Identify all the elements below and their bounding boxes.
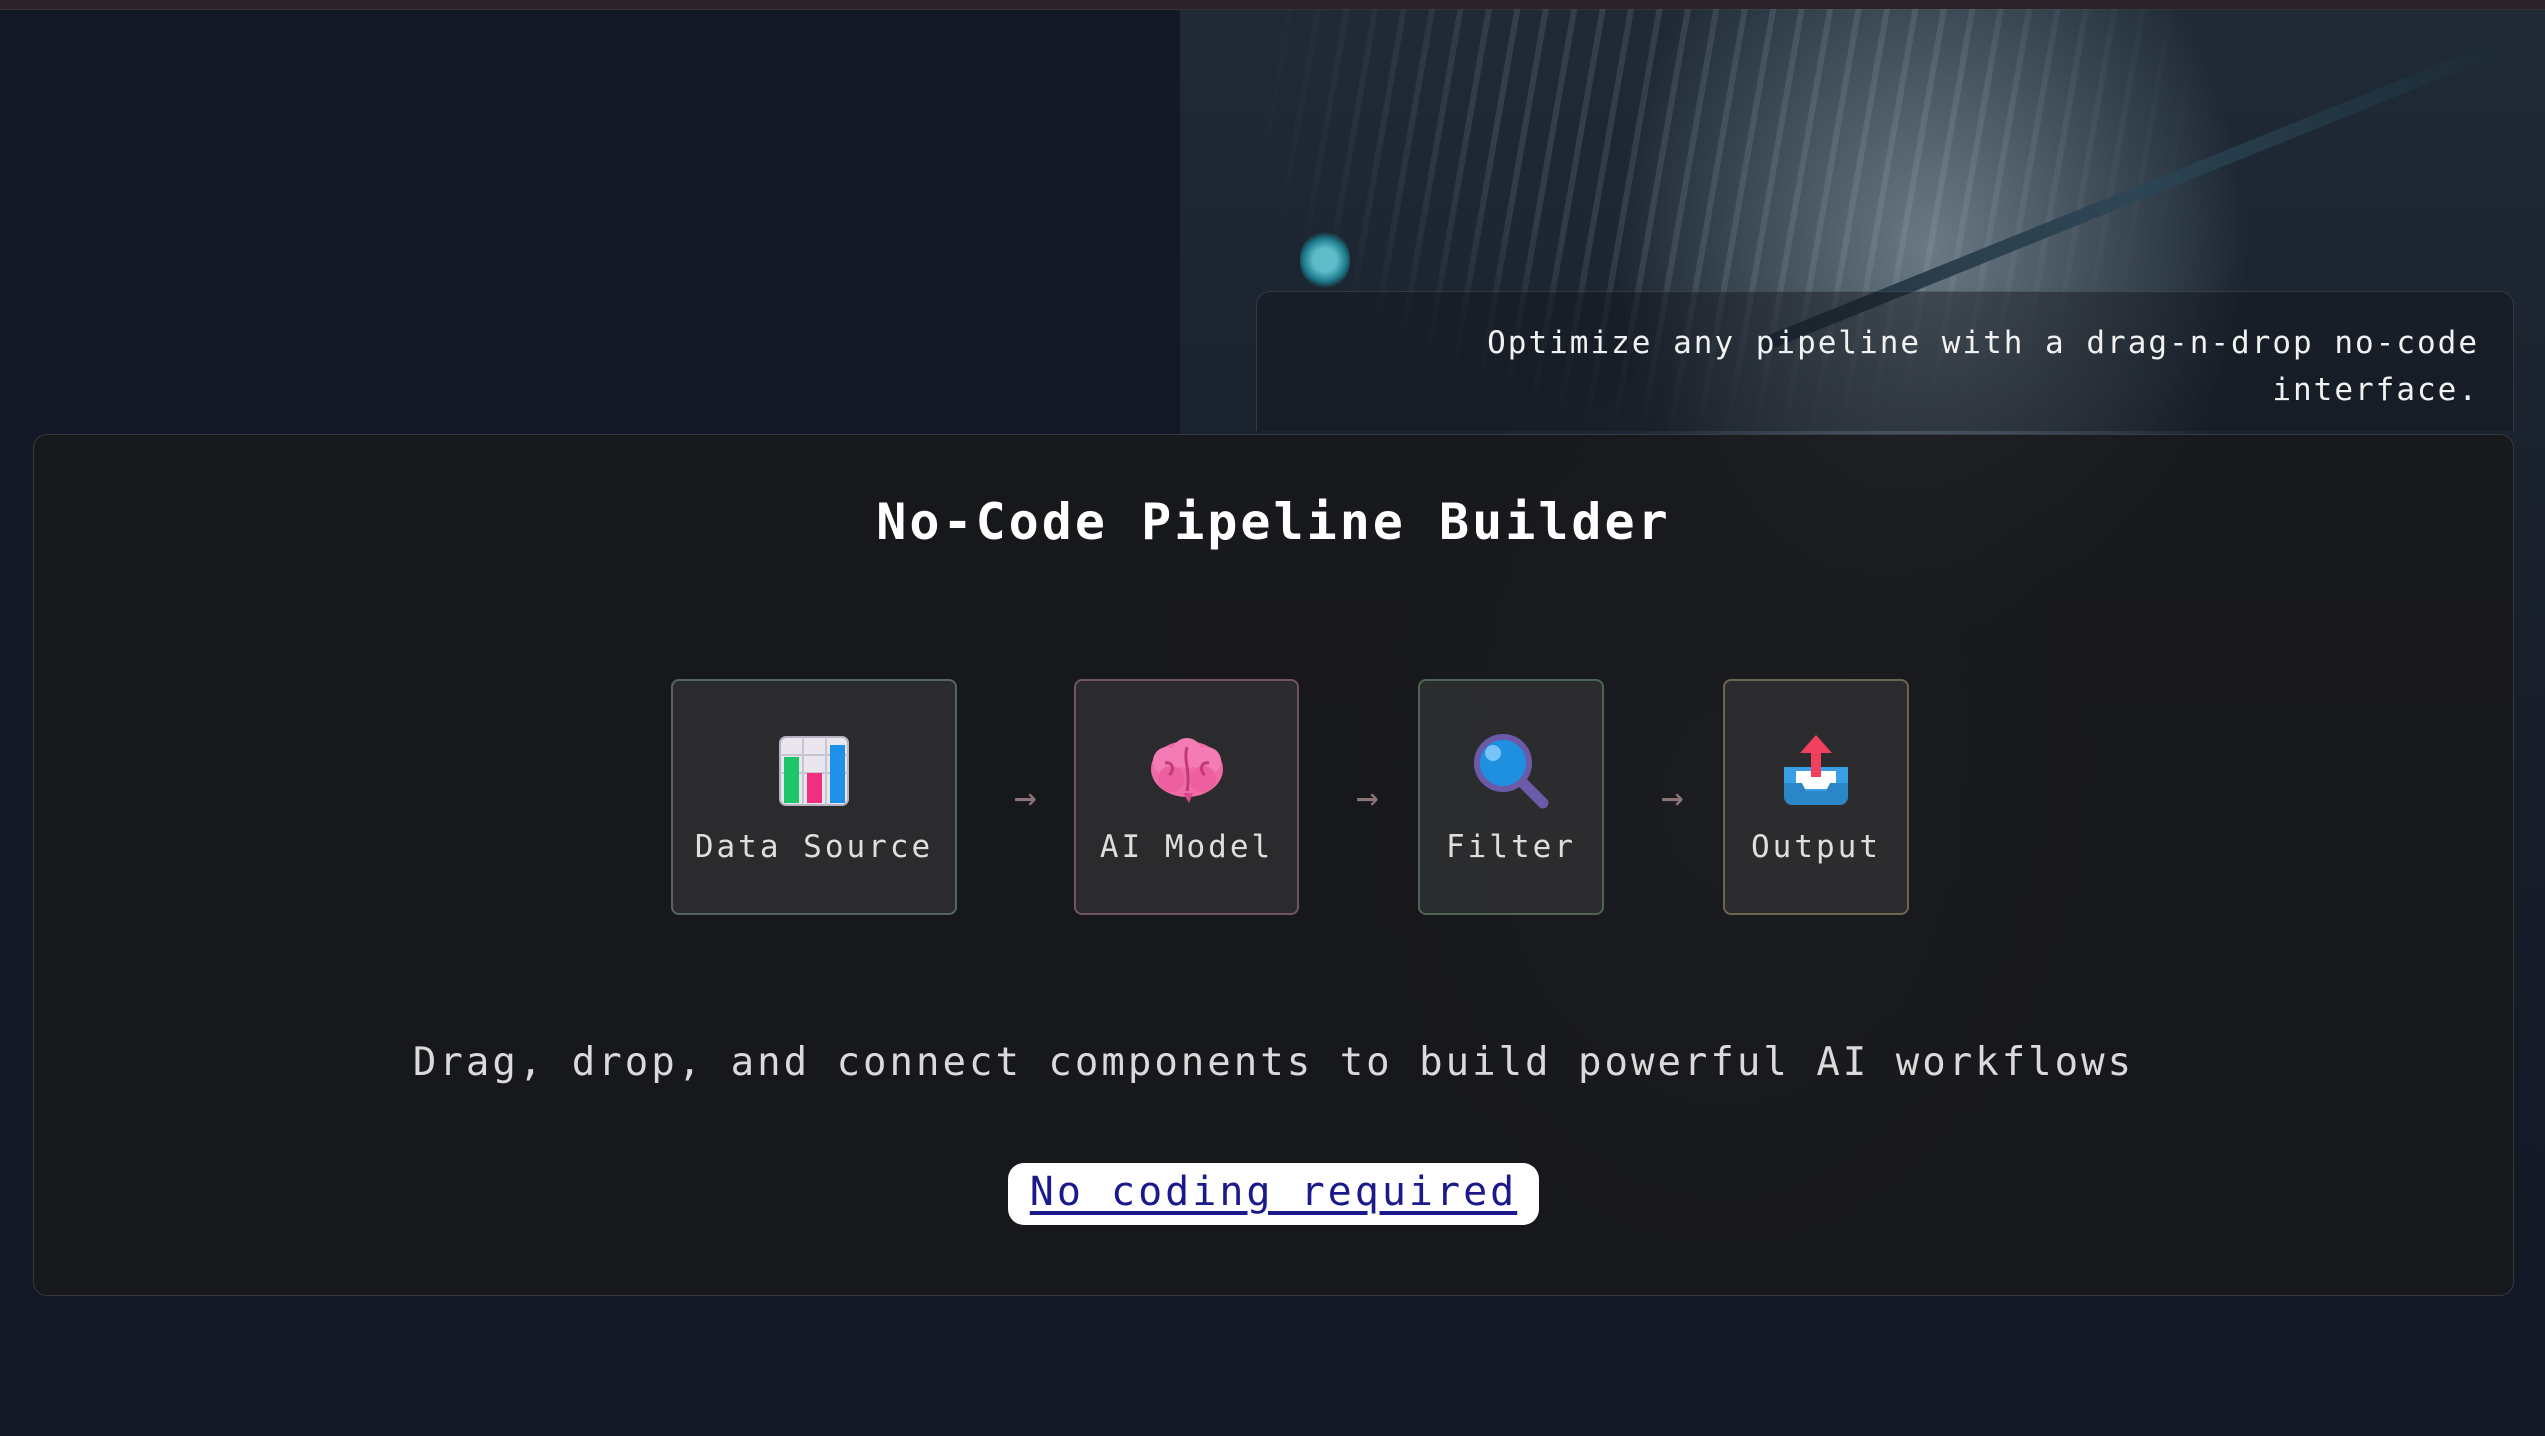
outbox-tray-icon bbox=[1784, 735, 1848, 805]
pipeline-node-filter[interactable]: Filter bbox=[1418, 679, 1604, 915]
bar-chart-icon bbox=[779, 736, 849, 806]
node-label: Data Source bbox=[694, 829, 934, 865]
flow-arrow: → bbox=[1014, 775, 1037, 819]
hero-eye bbox=[1300, 230, 1350, 290]
pipeline-node-ai-model[interactable]: AI Model bbox=[1074, 679, 1299, 915]
pipeline-builder-card: No-Code Pipeline Builder Data Source → A… bbox=[33, 434, 2514, 1296]
card-description: Drag, drop, and connect components to bu… bbox=[412, 1040, 2135, 1085]
flow-arrow: → bbox=[1661, 775, 1684, 819]
tagline-text: Optimize any pipeline with a drag-n-drop… bbox=[1487, 325, 2479, 408]
node-label: AI Model bbox=[1099, 829, 1274, 865]
pipeline-flow: Data Source → AI Model → Filter → Output bbox=[34, 679, 2513, 915]
pipeline-node-data-source[interactable]: Data Source bbox=[671, 679, 957, 915]
flow-arrow: → bbox=[1356, 775, 1379, 819]
card-title: No-Code Pipeline Builder bbox=[876, 493, 1671, 551]
no-coding-required-link[interactable]: No coding required bbox=[1007, 1163, 1540, 1225]
node-label: Filter bbox=[1446, 829, 1576, 865]
brain-icon bbox=[1150, 738, 1223, 803]
magnifier-icon bbox=[1474, 734, 1549, 809]
page: Optimize any pipeline with a drag-n-drop… bbox=[0, 0, 2545, 1436]
cta-container: No coding required bbox=[34, 1163, 2513, 1225]
tagline-box: Optimize any pipeline with a drag-n-drop… bbox=[1256, 291, 2514, 431]
pipeline-node-output[interactable]: Output bbox=[1723, 679, 1909, 915]
node-label: Output bbox=[1751, 829, 1881, 865]
